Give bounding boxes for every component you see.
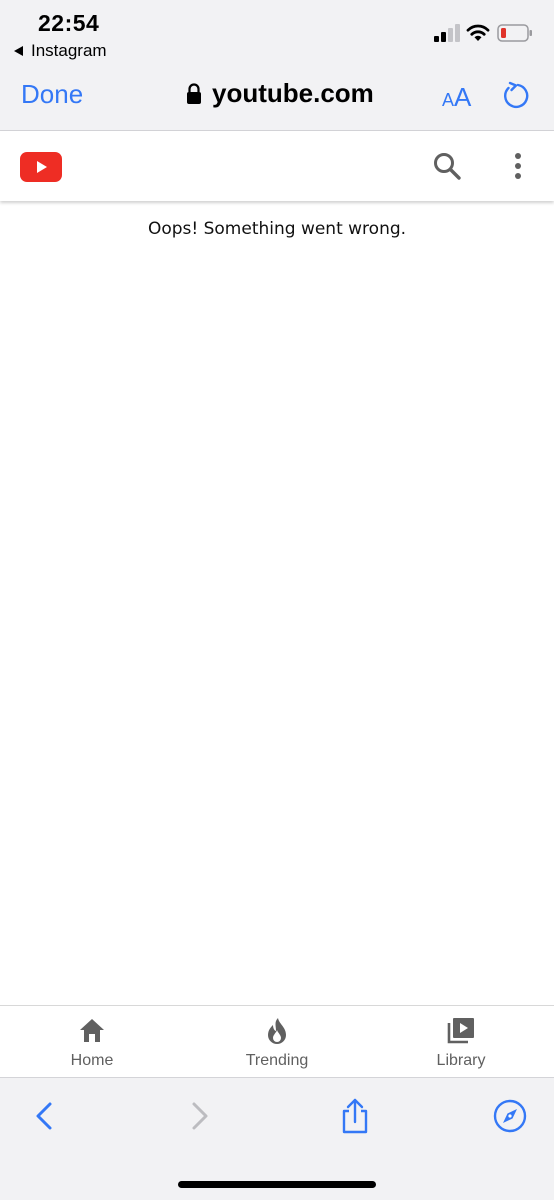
youtube-logo-icon[interactable]: [20, 152, 62, 182]
nav-label-trending: Trending: [245, 1052, 309, 1069]
browser-toolbar: [0, 1077, 554, 1200]
done-button[interactable]: Done: [21, 79, 83, 110]
nav-item-trending[interactable]: Trending: [217, 1006, 337, 1078]
text-size-small-glyph: A: [442, 90, 455, 110]
cellular-signal-icon: [434, 24, 460, 42]
home-indicator[interactable]: [178, 1181, 376, 1188]
more-options-icon[interactable]: [508, 151, 528, 181]
library-icon: [447, 1018, 474, 1044]
url-bar[interactable]: youtube.com: [186, 78, 374, 109]
nav-label-home: Home: [70, 1052, 114, 1069]
battery-icon: [497, 24, 532, 42]
forward-chevron-icon[interactable]: [182, 1098, 218, 1134]
nav-label-library: Library: [436, 1052, 486, 1069]
nav-item-library[interactable]: Library: [401, 1006, 521, 1078]
back-triangle-icon: [14, 46, 23, 56]
home-icon: [80, 1019, 104, 1042]
trending-flame-icon: [268, 1018, 286, 1044]
back-app-label: Instagram: [31, 41, 107, 60]
back-chevron-icon[interactable]: [28, 1098, 64, 1134]
share-icon[interactable]: [337, 1098, 373, 1134]
youtube-header: [0, 131, 554, 201]
text-size-big-glyph: A: [454, 82, 472, 112]
text-size-button[interactable]: A A: [442, 82, 471, 113]
compass-icon[interactable]: [492, 1098, 528, 1134]
youtube-bottom-nav: Home Trending Library: [0, 1005, 554, 1077]
error-message: Oops! Something went wrong.: [147, 219, 407, 239]
lock-icon: [187, 82, 201, 104]
status-bar: 22:54 Instagram: [0, 0, 554, 66]
nav-item-home[interactable]: Home: [32, 1006, 152, 1078]
browser-header: Done youtube.com A A: [0, 66, 554, 131]
wifi-icon: [466, 24, 490, 41]
search-icon[interactable]: [432, 151, 462, 181]
reload-icon[interactable]: [500, 80, 530, 110]
back-to-app-link[interactable]: Instagram: [14, 41, 107, 61]
status-time: 22:54: [38, 10, 100, 36]
url-text: youtube.com: [212, 78, 374, 108]
